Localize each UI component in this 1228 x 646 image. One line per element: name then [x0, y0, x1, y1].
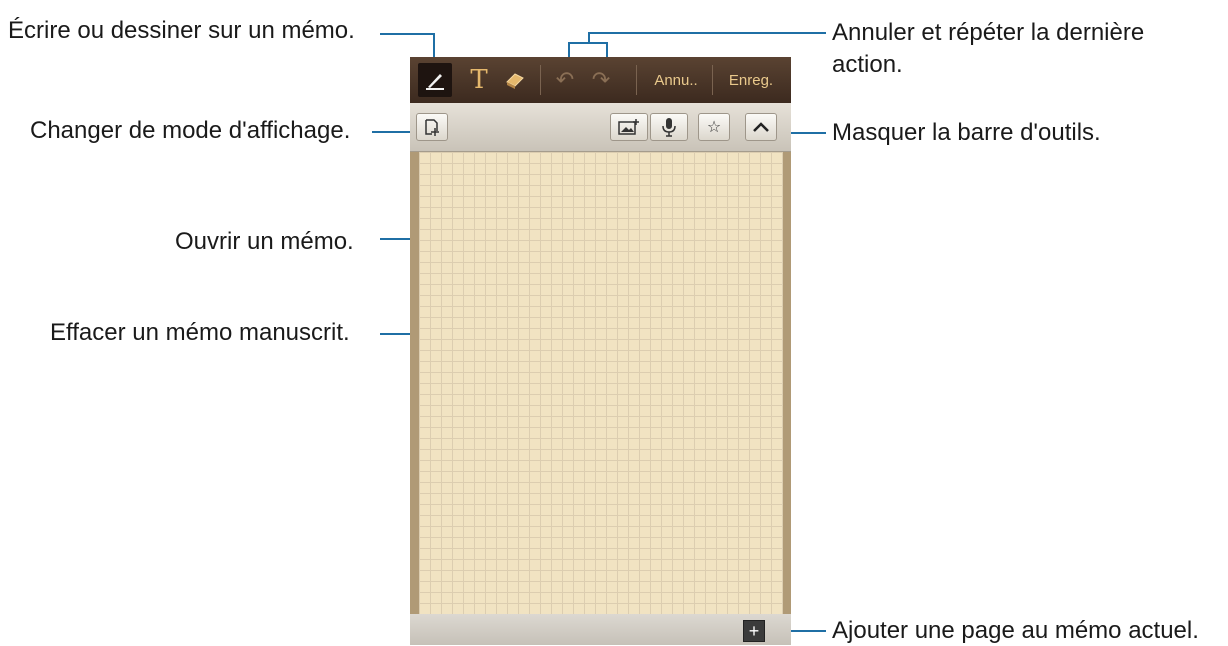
separator: [540, 65, 541, 95]
undo-icon[interactable]: ↶: [548, 63, 582, 97]
callout-view-mode: Changer de mode d'affichage.: [30, 117, 351, 144]
eraser-icon[interactable]: [498, 63, 532, 97]
callout-erase: Effacer un mémo manuscrit.: [50, 319, 350, 346]
callout-undo-redo-line1: Annuler et répéter la dernière: [832, 19, 1145, 46]
callout-hide-toolbar: Masquer la barre d'outils.: [832, 119, 1101, 146]
callout-open: Ouvrir un mémo.: [175, 228, 354, 255]
memo-bottombar: +: [410, 614, 791, 645]
separator: [712, 65, 713, 95]
callout-add-page: Ajouter une page au mémo actuel.: [832, 617, 1199, 644]
text-mode-icon[interactable]: T: [462, 63, 496, 97]
star-icon[interactable]: ☆: [698, 113, 730, 141]
phone-screen: T ↶ ↷ Annu.. Enreg. ☆ +: [410, 57, 791, 645]
callout-write: Écrire ou dessiner sur un mémo.: [8, 17, 355, 44]
memo-topbar: T ↶ ↷ Annu.. Enreg.: [410, 57, 791, 103]
memo-paper[interactable]: [419, 152, 783, 614]
add-page-icon[interactable]: +: [743, 620, 765, 642]
callout-undo-redo-line2: action.: [832, 51, 903, 78]
cancel-button[interactable]: Annu..: [646, 63, 706, 97]
line-undo-to-text: [588, 32, 826, 34]
hide-toolbar-icon[interactable]: [745, 113, 777, 141]
microphone-icon[interactable]: [650, 113, 688, 141]
redo-icon[interactable]: ↷: [584, 63, 618, 97]
save-button[interactable]: Enreg.: [717, 63, 785, 97]
memo-toolbar: ☆: [410, 103, 791, 152]
pen-icon[interactable]: [418, 63, 452, 97]
separator: [636, 65, 637, 95]
insert-image-icon[interactable]: [610, 113, 648, 141]
line-write-h: [380, 33, 435, 35]
view-mode-icon[interactable]: [416, 113, 448, 141]
